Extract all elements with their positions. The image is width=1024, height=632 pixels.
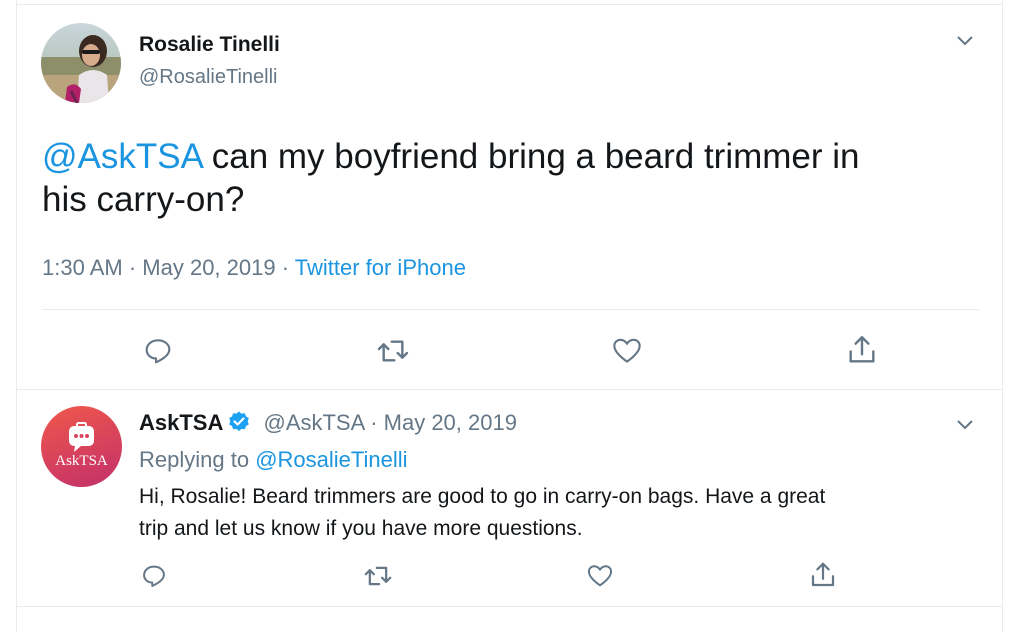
reply-date[interactable]: May 20, 2019: [384, 410, 517, 435]
mention-link[interactable]: @AskTSA: [42, 137, 202, 176]
replying-to-link[interactable]: @RosalieTinelli: [255, 447, 407, 472]
tweet-bottom-divider: [16, 389, 1003, 390]
replying-to-prefix: Replying to: [139, 447, 256, 472]
tweet-author-name[interactable]: Rosalie Tinelli: [139, 33, 280, 57]
reply-bottom-divider: [16, 606, 1003, 607]
meta-separator: ·: [122, 255, 143, 280]
tweet-author-handle[interactable]: @RosalieTinelli: [139, 66, 278, 89]
like-icon[interactable]: [608, 333, 646, 369]
retweet-icon[interactable]: [373, 333, 413, 369]
reply-icon[interactable]: [138, 560, 170, 592]
reply-text-line-1: Hi, Rosalie! Beard trimmers are good to …: [139, 485, 826, 508]
rosalie-avatar[interactable]: [41, 23, 121, 103]
reply-icon[interactable]: [140, 333, 176, 369]
reply-author-name[interactable]: AskTSA: [139, 410, 223, 435]
share-icon[interactable]: [843, 331, 881, 369]
reply-author-handle[interactable]: @AskTSA: [263, 410, 364, 435]
tweet-text-line-2: his carry-on?: [42, 180, 245, 219]
tweet-date[interactable]: May 20, 2019: [142, 255, 275, 280]
asktsa-avatar-label: AskTSA: [55, 453, 108, 469]
tweet-source-link[interactable]: Twitter for iPhone: [295, 255, 466, 280]
like-icon[interactable]: [583, 560, 617, 592]
share-icon[interactable]: [806, 558, 840, 592]
tweet-text-line-1: @AskTSA can my boyfriend bring a beard t…: [42, 135, 860, 178]
reply-text-line-2: trip and let us know if you have more qu…: [139, 517, 583, 540]
tweet-text: @AskTSA can my boyfriend bring a beard t…: [42, 135, 860, 221]
tweet-meta: 1:30 AM · May 20, 2019 · Twitter for iPh…: [42, 255, 466, 281]
tweet-actions-divider: [42, 309, 979, 310]
meta-separator: ·: [275, 255, 295, 280]
retweet-icon[interactable]: [360, 560, 396, 592]
verified-badge-icon: [227, 410, 251, 440]
reply-header: AskTSA @AskTSA · May 20, 2019: [139, 410, 517, 440]
reply-text: Hi, Rosalie! Beard trimmers are good to …: [139, 481, 825, 545]
tweet-menu-chevron-icon[interactable]: [955, 33, 975, 47]
meta-separator: ·: [364, 410, 384, 435]
replying-to: Replying to @RosalieTinelli: [139, 447, 408, 473]
tweet-time[interactable]: 1:30 AM: [42, 255, 123, 280]
top-divider: [16, 4, 1003, 5]
asktsa-avatar[interactable]: AskTSA: [41, 406, 122, 487]
reply-menu-chevron-icon[interactable]: [955, 417, 975, 431]
tweet-text-span: can my boyfriend bring a beard trimmer i…: [202, 137, 860, 176]
